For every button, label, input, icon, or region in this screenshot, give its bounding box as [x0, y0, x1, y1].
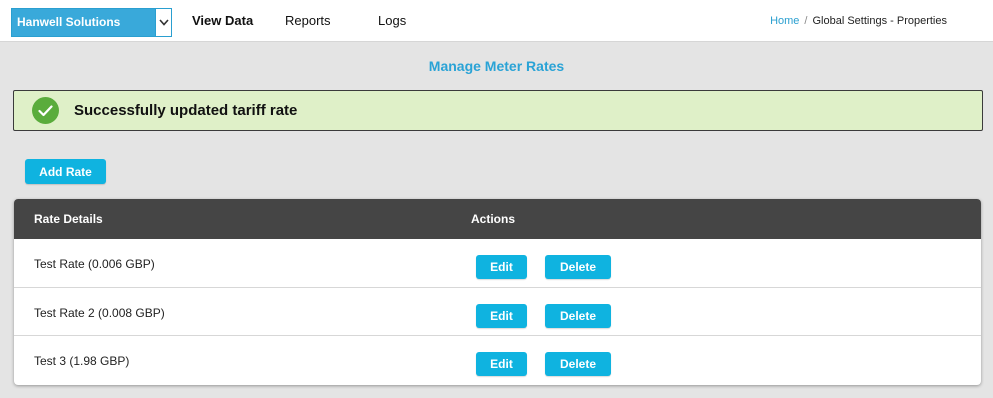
nav-view-data[interactable]: View Data	[192, 13, 253, 28]
table-header: Rate Details Actions	[14, 199, 981, 239]
breadcrumb-current: Global Settings - Properties	[812, 15, 947, 27]
delete-button[interactable]: Delete	[545, 303, 611, 328]
breadcrumb-home-link[interactable]: Home	[770, 15, 799, 27]
rate-details: Test Rate 2 (0.008 GBP)	[34, 305, 165, 320]
company-select[interactable]: Hanwell Solutions	[11, 8, 172, 37]
edit-button[interactable]: Edit	[476, 303, 527, 328]
rate-details: Test 3 (1.98 GBP)	[34, 354, 130, 369]
column-header-actions: Actions	[471, 212, 516, 226]
top-navbar: Hanwell Solutions View Data Reports Logs…	[0, 0, 993, 42]
success-alert: Successfully updated tariff rate	[13, 90, 983, 131]
rate-details: Test Rate (0.006 GBP)	[34, 257, 155, 271]
delete-button[interactable]: Delete	[545, 352, 611, 377]
edit-button[interactable]: Edit	[476, 255, 527, 279]
table-row: Test Rate 2 (0.008 GBP) Edit Delete	[14, 288, 981, 337]
alert-message: Successfully updated tariff rate	[74, 102, 298, 119]
company-select-value: Hanwell Solutions	[12, 9, 155, 36]
nav-logs[interactable]: Logs	[378, 13, 406, 28]
check-circle-icon	[32, 97, 59, 124]
table-row: Test Rate (0.006 GBP) Edit Delete	[14, 239, 981, 288]
page-title: Manage Meter Rates	[428, 58, 565, 74]
column-header-rate-details: Rate Details	[34, 212, 103, 226]
delete-button[interactable]: Delete	[545, 255, 611, 279]
breadcrumb-separator: /	[804, 15, 808, 27]
rates-table: Rate Details Actions Test Rate (0.006 GB…	[14, 199, 981, 385]
table-row: Test 3 (1.98 GBP) Edit Delete	[14, 336, 981, 385]
add-rate-button[interactable]: Add Rate	[25, 159, 106, 184]
breadcrumb: Home / Global Settings - Properties	[770, 15, 947, 27]
nav-reports[interactable]: Reports	[285, 13, 331, 28]
edit-button[interactable]: Edit	[476, 352, 527, 377]
chevron-down-icon[interactable]	[155, 9, 171, 36]
